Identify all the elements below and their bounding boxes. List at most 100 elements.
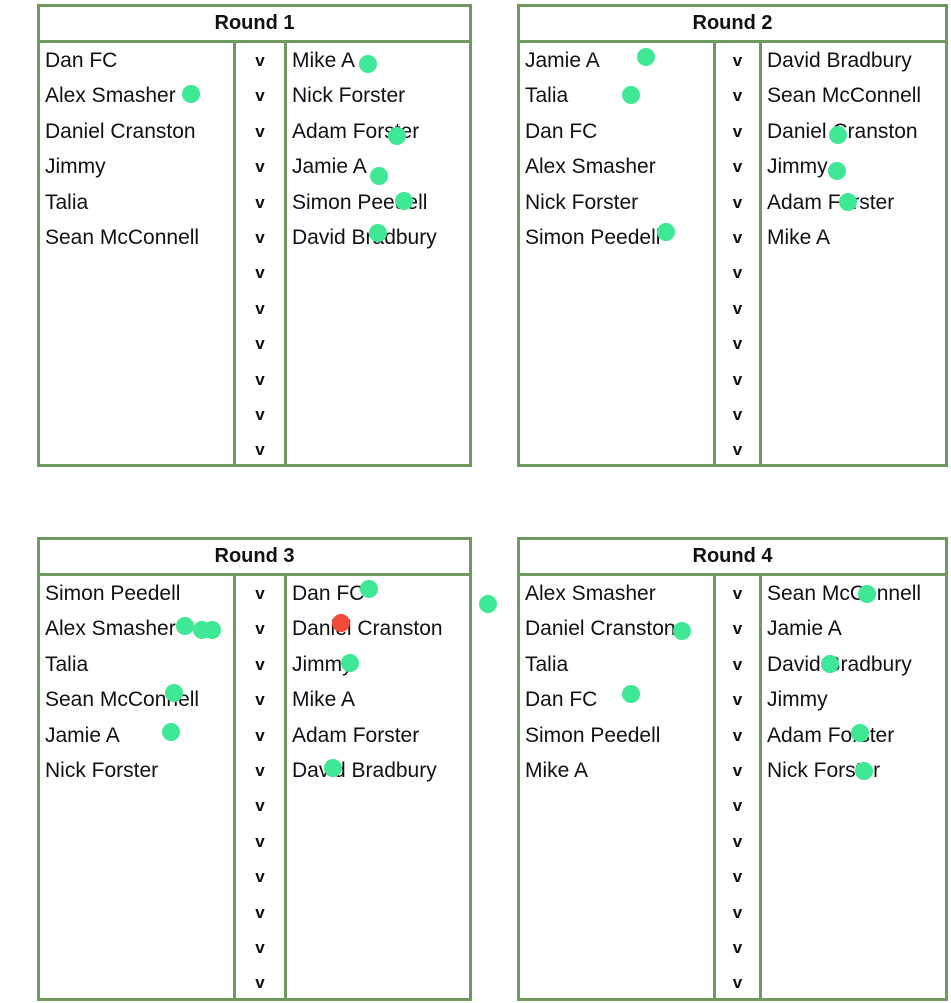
versus-label: v — [732, 121, 743, 141]
green-marker-dot — [162, 723, 180, 741]
home-team-cell[interactable]: Jamie A — [520, 43, 713, 78]
home-team-cell[interactable]: Jamie A — [40, 718, 233, 753]
away-team-cell[interactable]: Adam Forster — [287, 718, 469, 753]
home-team-cell[interactable] — [40, 432, 233, 467]
away-team-cell[interactable] — [287, 291, 469, 326]
away-team-cell[interactable] — [287, 788, 469, 823]
home-team-cell[interactable]: Talia — [520, 78, 713, 113]
away-team-column: Sean McConnell Jamie A David Bradbury Jimmy… — [762, 576, 945, 998]
away-team-cell[interactable] — [762, 291, 945, 326]
away-team-cell[interactable]: Mike A — [287, 682, 469, 717]
away-team-cell[interactable] — [287, 432, 469, 467]
away-team-cell[interactable] — [762, 326, 945, 361]
away-team-cell[interactable] — [287, 255, 469, 290]
away-team-cell[interactable] — [762, 965, 945, 1000]
home-team-cell[interactable] — [520, 326, 713, 361]
away-team-cell[interactable]: Jimmy — [287, 647, 469, 682]
home-team-cell[interactable] — [40, 895, 233, 930]
home-team-cell[interactable]: Alex Smasher — [520, 149, 713, 184]
green-marker-dot — [176, 617, 194, 635]
away-team-cell[interactable] — [287, 895, 469, 930]
home-team-cell[interactable]: Daniel Cranston — [40, 114, 233, 149]
away-team-cell[interactable]: David Bradbury — [762, 647, 945, 682]
away-team-cell[interactable] — [287, 397, 469, 432]
away-team-cell[interactable] — [762, 895, 945, 930]
home-team-cell[interactable] — [40, 397, 233, 432]
away-team-cell[interactable] — [762, 397, 945, 432]
home-team-cell[interactable] — [520, 895, 713, 930]
away-team-cell[interactable]: Simon Peedell — [287, 185, 469, 220]
away-team-cell[interactable] — [287, 362, 469, 397]
round-4-table: Round 4 Alex Smasher Daniel Cranston Talia D… — [517, 537, 948, 1001]
versus-column: vvvvvvvvvvvv — [716, 43, 762, 464]
home-team-cell[interactable]: Dan FC — [520, 114, 713, 149]
away-team-cell[interactable] — [287, 859, 469, 894]
home-team-cell[interactable]: Sean McConnell — [40, 220, 233, 255]
home-team-cell[interactable] — [40, 859, 233, 894]
home-team-cell[interactable] — [520, 432, 713, 467]
home-team-cell[interactable] — [520, 255, 713, 290]
away-team-cell[interactable] — [287, 930, 469, 965]
round-3-table: Round 3 Simon Peedell Alex Smasher Talia Sea… — [37, 537, 472, 1001]
away-team-cell[interactable] — [762, 362, 945, 397]
away-team-cell[interactable] — [762, 824, 945, 859]
away-team-cell[interactable] — [287, 824, 469, 859]
home-team-cell[interactable]: Simon Peedell — [520, 220, 713, 255]
home-team-cell[interactable]: Talia — [40, 185, 233, 220]
away-team-cell[interactable]: Sean McConnell — [762, 78, 945, 113]
home-team-cell[interactable] — [520, 965, 713, 1000]
home-team-cell[interactable] — [520, 362, 713, 397]
home-team-cell[interactable] — [40, 291, 233, 326]
home-team-cell[interactable] — [40, 930, 233, 965]
home-team-cell[interactable]: Mike A — [520, 753, 713, 788]
home-team-cell[interactable]: Dan FC — [40, 43, 233, 78]
away-team-cell[interactable] — [762, 255, 945, 290]
round-title: Round 3 — [40, 540, 469, 576]
home-team-cell[interactable]: Sean McConnell — [40, 682, 233, 717]
home-team-cell[interactable]: Jimmy — [40, 149, 233, 184]
home-team-cell[interactable] — [520, 859, 713, 894]
away-team-cell[interactable]: Adam Forster — [287, 114, 469, 149]
home-team-cell[interactable] — [520, 930, 713, 965]
away-team-cell[interactable] — [762, 930, 945, 965]
away-team-cell[interactable]: Daniel Cranston — [287, 611, 469, 646]
versus-label: v — [255, 796, 265, 816]
home-team-cell[interactable] — [40, 965, 233, 1000]
away-team-cell[interactable] — [762, 788, 945, 823]
home-team-cell[interactable] — [40, 788, 233, 823]
away-team-cell[interactable]: Jimmy — [762, 682, 945, 717]
away-team-cell[interactable] — [287, 965, 469, 1000]
away-team-cell[interactable]: Mike A — [287, 43, 469, 78]
home-team-cell[interactable]: Nick Forster — [520, 185, 713, 220]
away-team-cell[interactable]: Nick Forster — [762, 753, 945, 788]
away-team-cell[interactable]: Dan FC — [287, 576, 469, 611]
home-team-cell[interactable]: Simon Peedell — [520, 718, 713, 753]
home-team-cell[interactable] — [520, 788, 713, 823]
home-team-cell[interactable] — [520, 291, 713, 326]
home-team-cell[interactable] — [520, 824, 713, 859]
home-team-cell[interactable] — [40, 362, 233, 397]
home-team-cell[interactable]: Alex Smasher — [40, 78, 233, 113]
home-team-cell[interactable]: Nick Forster — [40, 753, 233, 788]
home-team-cell[interactable]: Dan FC — [520, 682, 713, 717]
home-team-cell[interactable]: Talia — [40, 647, 233, 682]
home-team-cell[interactable] — [520, 397, 713, 432]
home-team-cell[interactable]: Talia — [520, 647, 713, 682]
home-team-cell[interactable]: Alex Smasher — [520, 576, 713, 611]
away-team-cell[interactable]: Sean McConnell — [762, 576, 945, 611]
away-team-cell[interactable]: Jamie A — [762, 611, 945, 646]
away-team-cell[interactable]: David Bradbury — [287, 753, 469, 788]
away-team-cell[interactable]: Nick Forster — [287, 78, 469, 113]
home-team-cell[interactable] — [40, 824, 233, 859]
away-team-cell[interactable]: Mike A — [762, 220, 945, 255]
away-team-cell[interactable] — [762, 859, 945, 894]
away-team-cell[interactable] — [287, 326, 469, 361]
away-team-cell[interactable] — [762, 432, 945, 467]
away-team-cell[interactable]: Daniel Cranston — [762, 114, 945, 149]
away-team-cell[interactable]: David Bradbury — [762, 43, 945, 78]
away-team-cell[interactable]: Jimmy — [762, 149, 945, 184]
green-marker-dot — [324, 759, 342, 777]
home-team-cell[interactable] — [40, 326, 233, 361]
home-team-cell[interactable] — [40, 255, 233, 290]
home-team-cell[interactable]: Simon Peedell — [40, 576, 233, 611]
